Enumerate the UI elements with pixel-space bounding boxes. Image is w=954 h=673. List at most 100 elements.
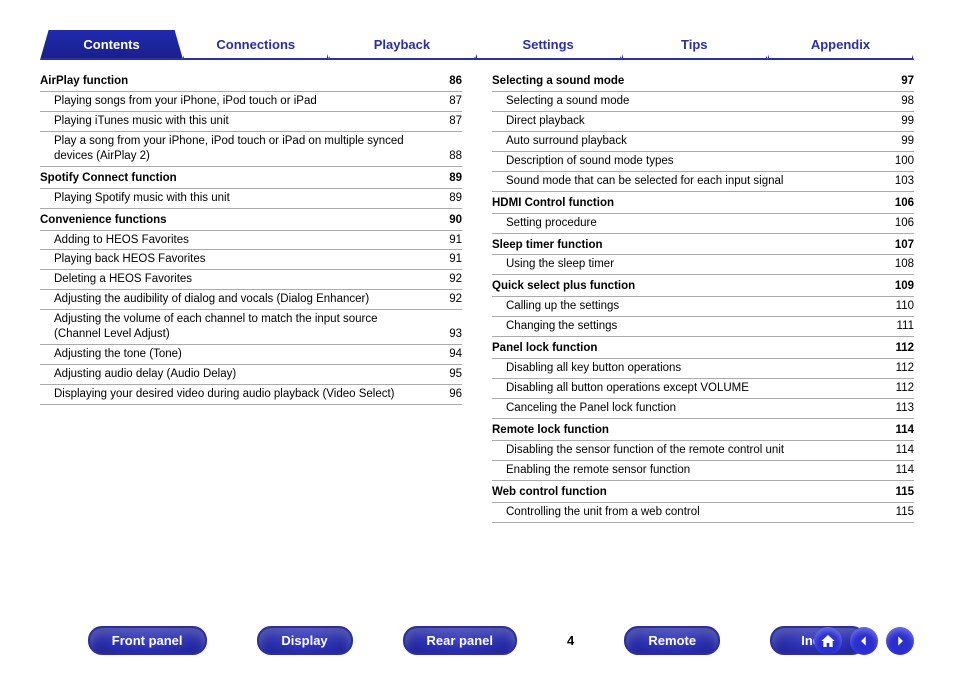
remote-button[interactable]: Remote bbox=[624, 626, 720, 655]
toc-page: 96 bbox=[449, 387, 462, 402]
tab-connections[interactable]: Connections bbox=[182, 30, 329, 60]
toc-item[interactable]: Deleting a HEOS Favorites92 bbox=[40, 270, 462, 290]
toc-item[interactable]: Auto surround playback99 bbox=[492, 132, 914, 152]
toc-item[interactable]: Adjusting audio delay (Audio Delay)95 bbox=[40, 365, 462, 385]
toc-title: Quick select plus function bbox=[492, 279, 665, 294]
toc-page: 108 bbox=[895, 257, 914, 272]
toc-item[interactable]: Controlling the unit from a web control1… bbox=[492, 503, 914, 523]
home-icon[interactable] bbox=[814, 627, 842, 655]
toc-item[interactable]: Play a song from your iPhone, iPod touch… bbox=[40, 132, 462, 167]
toc-item[interactable]: Displaying your desired video during aud… bbox=[40, 385, 462, 405]
toc-item[interactable]: Selecting a sound mode 98 bbox=[492, 92, 914, 112]
toc-content: AirPlay function 86 Playing songs from you… bbox=[0, 60, 954, 523]
toc-heading[interactable]: Quick select plus function 109 bbox=[492, 275, 914, 297]
toc-page: 99 bbox=[901, 114, 914, 129]
toc-item[interactable]: Disabling the sensor function of the rem… bbox=[492, 441, 914, 461]
toc-title: Canceling the Panel lock function bbox=[492, 401, 706, 416]
toc-item[interactable]: Disabling all key button operations 112 bbox=[492, 359, 914, 379]
toc-title: Playing iTunes music with this unit bbox=[40, 114, 259, 129]
toc-title: Disabling all key button operations bbox=[492, 361, 711, 376]
toc-item[interactable]: Adjusting the tone (Tone)94 bbox=[40, 345, 462, 365]
toc-heading[interactable]: HDMI Control function106 bbox=[492, 192, 914, 214]
toc-page: 98 bbox=[901, 94, 914, 109]
tab-appendix[interactable]: Appendix bbox=[767, 30, 914, 60]
toc-page: 89 bbox=[449, 191, 462, 206]
toc-page: 115 bbox=[895, 485, 914, 500]
toc-item[interactable]: Calling up the settings110 bbox=[492, 297, 914, 317]
toc-heading[interactable]: Selecting a sound mode97 bbox=[492, 70, 914, 92]
toc-item[interactable]: Enabling the remote sensor function114 bbox=[492, 461, 914, 481]
toc-page: 94 bbox=[449, 347, 462, 362]
toc-heading[interactable]: Spotify Connect function 89 bbox=[40, 167, 462, 189]
toc-item[interactable]: Playing songs from your iPhone, iPod tou… bbox=[40, 92, 462, 112]
toc-page: 112 bbox=[895, 341, 914, 356]
toc-page: 112 bbox=[896, 361, 914, 376]
toc-item[interactable]: Playing back HEOS Favorites91 bbox=[40, 250, 462, 270]
toc-title: Enabling the remote sensor function bbox=[492, 463, 720, 478]
toc-item[interactable]: Playing Spotify music with this unit 89 bbox=[40, 189, 462, 209]
toc-page: 86 bbox=[449, 74, 462, 89]
tab-tips[interactable]: Tips bbox=[621, 30, 768, 60]
toc-item[interactable]: Description of sound mode types100 bbox=[492, 152, 914, 172]
toc-item[interactable]: Changing the settings111 bbox=[492, 317, 914, 337]
toc-item[interactable]: Disabling all button operations except V… bbox=[492, 379, 914, 399]
toc-title: Adjusting the volume of each channel to … bbox=[40, 312, 449, 342]
display-button[interactable]: Display bbox=[257, 626, 353, 655]
toc-heading[interactable]: Web control function115 bbox=[492, 481, 914, 503]
toc-page: 90 bbox=[449, 213, 462, 228]
front-panel-button[interactable]: Front panel bbox=[88, 626, 207, 655]
toc-item[interactable]: Direct playback 99 bbox=[492, 112, 914, 132]
toc-title: Playing Spotify music with this unit bbox=[40, 191, 260, 206]
toc-page: 107 bbox=[895, 238, 914, 253]
toc-page: 92 bbox=[449, 272, 462, 287]
toc-page: 87 bbox=[449, 114, 462, 129]
toc-item[interactable]: Sound mode that can be selected for each… bbox=[492, 172, 914, 192]
toc-title: Playing back HEOS Favorites bbox=[40, 252, 235, 267]
toc-item[interactable]: Adjusting the audibility of dialog and v… bbox=[40, 290, 462, 310]
toc-right-column: Selecting a sound mode97Selecting a soun… bbox=[492, 70, 914, 523]
tab-settings[interactable]: Settings bbox=[475, 30, 622, 60]
toc-item[interactable]: Setting procedure106 bbox=[492, 214, 914, 234]
toc-title: Calling up the settings bbox=[492, 299, 649, 314]
toc-title: Selecting a sound mode bbox=[492, 74, 654, 89]
toc-page: 95 bbox=[449, 367, 462, 382]
next-page-icon[interactable] bbox=[886, 627, 914, 655]
toc-page: 89 bbox=[449, 171, 462, 186]
rear-panel-button[interactable]: Rear panel bbox=[403, 626, 517, 655]
toc-heading[interactable]: Remote lock function114 bbox=[492, 419, 914, 441]
bottom-bar: Front panel Display Rear panel 4 Remote … bbox=[0, 626, 954, 655]
prev-page-icon[interactable] bbox=[850, 627, 878, 655]
toc-item[interactable]: Using the sleep timer 108 bbox=[492, 255, 914, 275]
tab-contents[interactable]: Contents bbox=[40, 30, 183, 60]
toc-page: 114 bbox=[896, 443, 914, 458]
tab-playback[interactable]: Playback bbox=[328, 30, 475, 60]
toc-title: Spotify Connect function bbox=[40, 171, 207, 186]
toc-title: Direct playback bbox=[492, 114, 615, 129]
toc-heading[interactable]: Convenience functions90 bbox=[40, 209, 462, 231]
top-tabs: ContentsConnectionsPlaybackSettingsTipsA… bbox=[0, 0, 954, 60]
toc-heading[interactable]: AirPlay function 86 bbox=[40, 70, 462, 92]
toc-title: Panel lock function bbox=[492, 341, 627, 356]
toc-title: Disabling all button operations except V… bbox=[492, 381, 779, 396]
toc-item[interactable]: Playing iTunes music with this unit 87 bbox=[40, 112, 462, 132]
toc-item[interactable]: Canceling the Panel lock function113 bbox=[492, 399, 914, 419]
toc-page: 106 bbox=[895, 196, 914, 211]
toc-heading[interactable]: Panel lock function 112 bbox=[492, 337, 914, 359]
toc-item[interactable]: Adding to HEOS Favorites91 bbox=[40, 231, 462, 251]
toc-item[interactable]: Adjusting the volume of each channel to … bbox=[40, 310, 462, 345]
toc-page: 106 bbox=[895, 216, 914, 231]
nav-icons bbox=[814, 627, 914, 655]
toc-page: 109 bbox=[895, 279, 914, 294]
toc-title: Sound mode that can be selected for each… bbox=[492, 174, 813, 189]
toc-title: AirPlay function bbox=[40, 74, 158, 89]
toc-page: 112 bbox=[896, 381, 914, 396]
toc-title: Play a song from your iPhone, iPod touch… bbox=[40, 134, 449, 164]
toc-page: 99 bbox=[901, 134, 914, 149]
toc-title: Selecting a sound mode bbox=[492, 94, 659, 109]
toc-page: 115 bbox=[896, 505, 914, 520]
toc-page: 93 bbox=[449, 327, 462, 342]
toc-title: Using the sleep timer bbox=[492, 257, 644, 272]
toc-heading[interactable]: Sleep timer function107 bbox=[492, 234, 914, 256]
page-number: 4 bbox=[567, 633, 574, 648]
toc-title: Changing the settings bbox=[492, 319, 647, 334]
